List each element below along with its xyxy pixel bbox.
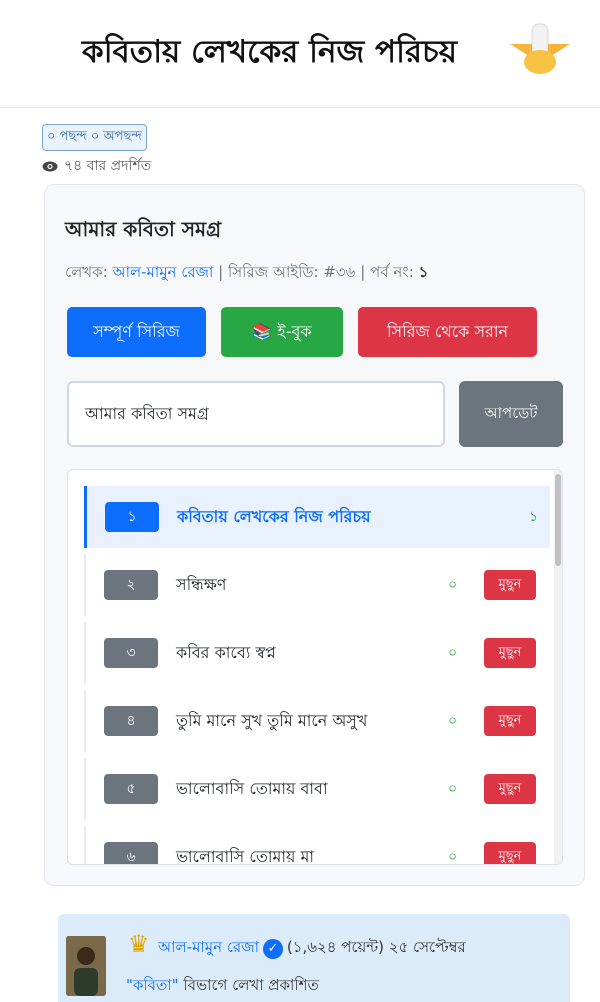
chapter-count: ০ (448, 849, 458, 865)
episode-number: ১ (418, 263, 429, 281)
list-item[interactable]: ৬ ভালোবাসি তোমায় মা ০ মুছুন (84, 826, 550, 865)
chapter-title[interactable]: তুমি মানে সুখ তুমি মানে অসুখ (176, 708, 367, 735)
list-item-active[interactable]: ১ কবিতায় লেখকের নিজ পরিচয় ১ (84, 486, 550, 548)
thumbs-down-icon[interactable] (508, 22, 572, 74)
category-link[interactable]: "কবিতা" (126, 976, 179, 994)
scrollbar[interactable] (554, 470, 562, 864)
author-name-link[interactable]: আল-মামুন রেজা (158, 936, 259, 961)
views-count: ৭৪ বার প্রদর্শিত (42, 154, 151, 178)
chapter-title[interactable]: ভালোবাসি তোমায় মা (176, 844, 314, 865)
publish-line: "কবিতা" বিভাগে লেখা প্রকাশিত (126, 974, 319, 999)
author-points-date: (১,৬২৪ পয়েন্ট) ২৫ সেপ্টেম্বর (286, 938, 466, 956)
avatar-image (66, 936, 106, 996)
chapter-count: ০ (448, 781, 458, 797)
chapter-number: ২ (104, 570, 158, 600)
author-prefix: লেখক: (65, 263, 108, 281)
ebook-button[interactable]: 📚 ই-বুক (221, 307, 343, 357)
author-link[interactable]: আল-মামুন রেজা (112, 263, 213, 281)
series-card: আমার কবিতা সমগ্র লেখক: আল-মামুন রেজা | স… (44, 184, 585, 886)
update-button[interactable]: আপডেট (459, 381, 563, 447)
delete-button[interactable]: মুছুন (484, 570, 536, 600)
list-item[interactable]: ৫ ভালোবাসি তোমায় বাবা ০ মুছুন (84, 758, 550, 820)
avatar[interactable] (66, 936, 106, 996)
page-header: কবিতায় লেখকের নিজ পরিচয় (0, 0, 600, 108)
likes-badge[interactable]: ০ পছন্দ ০ অপছন্দ (42, 124, 147, 151)
chapter-title[interactable]: সন্ধিক্ষণ (176, 572, 226, 599)
series-name-input[interactable]: আমার কবিতা সমগ্র (67, 381, 445, 447)
chapter-title[interactable]: কবিতায় লেখকের নিজ পরিচয় (177, 504, 371, 531)
crown-icon: ♛ (128, 930, 150, 958)
series-meta: লেখক: আল-মামুন রেজা | সিরিজ আইডি: #৩৬ | … (65, 261, 428, 286)
chapter-title[interactable]: ভালোবাসি তোমায় বাবা (176, 776, 328, 803)
series-id-label: | সিরিজ আইডি: #৩৬ | পর্ব নং: (218, 263, 414, 281)
list-item[interactable]: ৩ কবির কাব্যে স্বপ্ন ০ মুছুন (84, 622, 550, 684)
verified-icon: ✓ (262, 938, 283, 959)
chapter-count: ১ (529, 509, 539, 525)
scrollbar-thumb[interactable] (555, 474, 561, 566)
author-line: আল-মামুন রেজা ✓ (১,৬২৪ পয়েন্ট) ২৫ সেপ্ট… (158, 936, 466, 961)
list-item[interactable]: ২ সন্ধিক্ষণ ০ মুছুন (84, 554, 550, 616)
list-item[interactable]: ৪ তুমি মানে সুখ তুমি মানে অসুখ ০ মুছুন (84, 690, 550, 752)
chapter-count: ০ (448, 645, 458, 661)
remove-from-series-button[interactable]: সিরিজ থেকে সরান (358, 307, 537, 357)
chapter-number: ৩ (104, 638, 158, 668)
published-text: বিভাগে লেখা প্রকাশিত (183, 976, 319, 994)
post-stats: ০ পছন্দ ০ অপছন্দ ৭৪ বার প্রদর্শিত (42, 124, 151, 178)
chapter-count: ০ (448, 713, 458, 729)
eye-icon (42, 161, 58, 171)
chapter-number: ৫ (104, 774, 158, 804)
author-activity-box: ♛ আল-মামুন রেজা ✓ (১,৬২৪ পয়েন্ট) ২৫ সেপ… (58, 914, 570, 1002)
chapter-list[interactable]: ১ কবিতায় লেখকের নিজ পরিচয় ১ ২ সন্ধিক্ষ… (67, 469, 563, 865)
delete-button[interactable]: মুছুন (484, 842, 536, 864)
series-title: আমার কবিতা সমগ্র (65, 217, 222, 241)
chapter-count: ০ (448, 577, 458, 593)
delete-button[interactable]: মুছুন (484, 638, 536, 668)
chapter-number: ৬ (104, 842, 158, 864)
chapter-number: ১ (105, 502, 159, 532)
delete-button[interactable]: মুছুন (484, 774, 536, 804)
chapter-title[interactable]: কবির কাব্যে স্বপ্ন (176, 640, 276, 667)
full-series-button[interactable]: সম্পূর্ণ সিরিজ (67, 307, 206, 357)
chapter-number: ৪ (104, 706, 158, 736)
delete-button[interactable]: মুছুন (484, 706, 536, 736)
views-text: ৭৪ বার প্রদর্শিত (64, 158, 152, 174)
page-title: কবিতায় লেখকের নিজ পরিচয় (82, 34, 457, 70)
